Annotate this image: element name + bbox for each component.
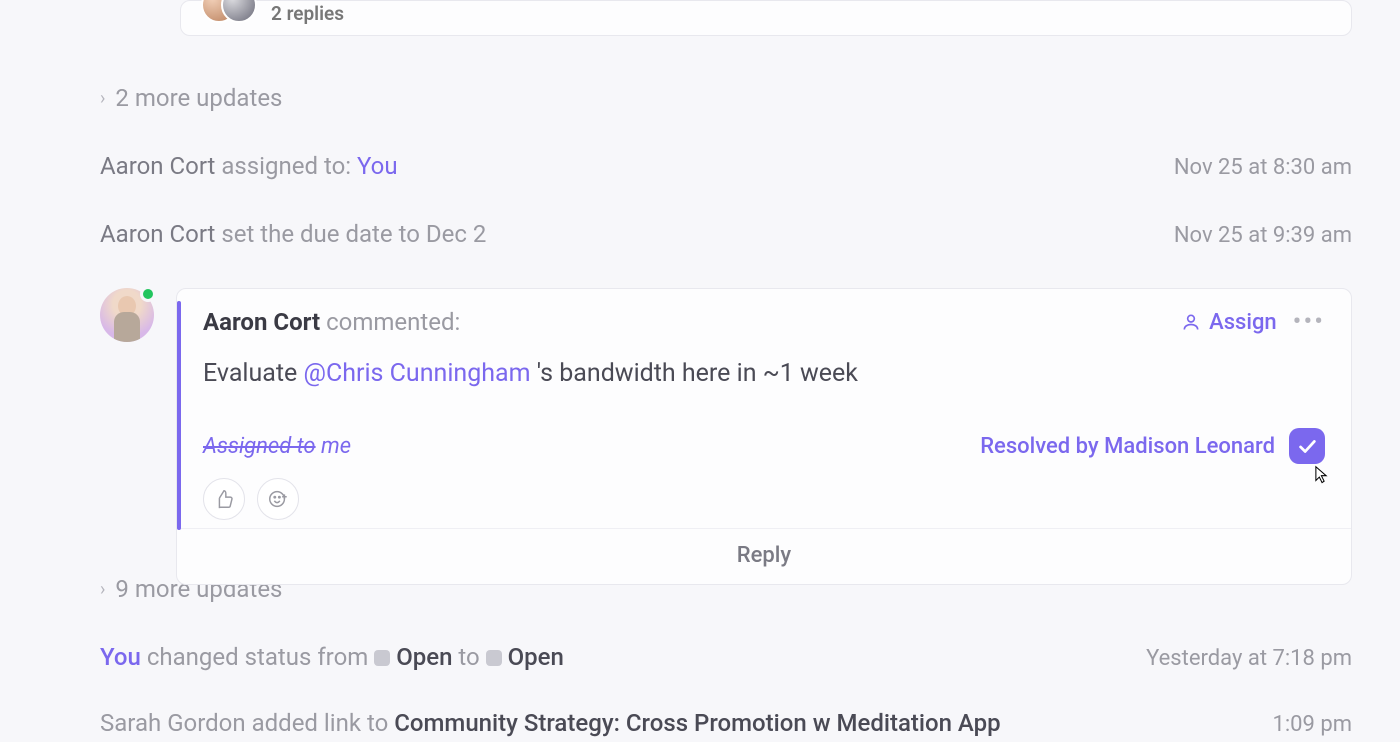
reply-button[interactable]: Reply <box>177 528 1351 584</box>
timestamp: Nov 25 at 8:30 am <box>1174 155 1352 180</box>
timestamp: 1:09 pm <box>1272 712 1352 737</box>
to-word: to <box>452 643 485 671</box>
accent-bar <box>177 301 181 530</box>
chevron-right-icon: › <box>100 88 105 109</box>
resolved-by-label: Resolved by Madison Leonard <box>980 434 1275 459</box>
comment-verb: commented: <box>320 308 460 336</box>
reaction-bar <box>177 478 1351 528</box>
more-updates-link[interactable]: › 2 more updates <box>100 84 1352 112</box>
activity-row-duedate: Aaron Cort set the due date to Dec 2 Nov… <box>100 220 1352 248</box>
user-icon <box>1181 312 1201 332</box>
verb: set the due date to Dec 2 <box>215 220 486 248</box>
linked-title[interactable]: Community Strategy: Cross Promotion w Me… <box>394 709 1000 737</box>
actor: Sarah Gordon <box>100 709 246 737</box>
add-reaction-button[interactable] <box>257 478 299 520</box>
activity-row-assigned: Aaron Cort assigned to: You Nov 25 at 8:… <box>100 152 1352 180</box>
timestamp: Yesterday at 7:18 pm <box>1146 646 1352 671</box>
actor: Aaron Cort <box>100 220 215 248</box>
assign-label: Assign <box>1209 310 1277 335</box>
activity-feed: 2 replies › 2 more updates Aaron Cort as… <box>0 0 1400 737</box>
smile-plus-icon <box>267 488 289 510</box>
status-pip-icon <box>486 650 502 666</box>
comment-author: Aaron Cort <box>203 308 320 336</box>
status-pip-icon <box>374 650 390 666</box>
comment-header: Aaron Cort commented: <box>203 308 460 336</box>
status-from: Open <box>396 643 452 671</box>
assignee-you[interactable]: You <box>357 152 398 180</box>
comment-card: Aaron Cort commented: Assign ••• Evaluat <box>176 288 1352 585</box>
more-updates-text: 2 more updates <box>115 84 282 112</box>
status-to: Open <box>508 643 564 671</box>
comment-body: Evaluate @Chris Cunningham 's bandwidth … <box>203 359 1325 388</box>
verb: assigned to: <box>215 152 357 180</box>
resolve-checkbox[interactable] <box>1289 428 1325 464</box>
activity-row-status: You changed status from Open to Open Yes… <box>100 643 1352 671</box>
actor-you[interactable]: You <box>100 643 141 671</box>
verb: added link to <box>246 709 395 737</box>
check-icon <box>1296 435 1318 457</box>
thumbs-up-icon <box>213 488 235 510</box>
mention[interactable]: @Chris Cunningham <box>304 359 531 388</box>
assign-button[interactable]: Assign <box>1181 310 1277 335</box>
replies-count: 2 replies <box>271 2 344 25</box>
reply-avatar-stack <box>201 0 257 27</box>
verb: changed status from <box>141 643 374 671</box>
actor: Aaron Cort <box>100 152 215 180</box>
more-menu-button[interactable]: ••• <box>1293 307 1325 337</box>
assigned-to-label[interactable]: Assigned to me <box>203 434 351 459</box>
comment-block: Aaron Cort commented: Assign ••• Evaluat <box>100 288 1352 585</box>
replies-card[interactable]: 2 replies <box>180 0 1352 36</box>
like-button[interactable] <box>203 478 245 520</box>
presence-indicator <box>140 286 156 302</box>
activity-row-link: Sarah Gordon added link to Community Str… <box>100 709 1352 737</box>
timestamp: Nov 25 at 9:39 am <box>1174 223 1352 248</box>
